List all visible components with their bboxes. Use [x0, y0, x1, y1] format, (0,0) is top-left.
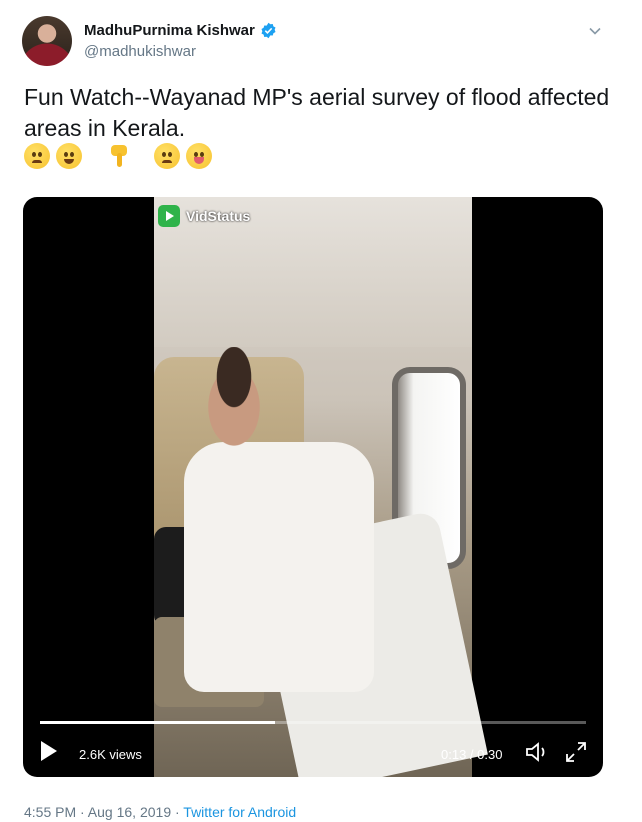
fullscreen-icon[interactable] [565, 741, 587, 763]
tweet-metadata: 4:55 PM · Aug 16, 2019 · Twitter for And… [24, 804, 296, 820]
video-watermark: VidStatus [158, 205, 250, 227]
tweet-text: Fun Watch--Wayanad MP's aerial survey of… [24, 84, 610, 141]
verified-badge-icon [261, 22, 276, 39]
video-player[interactable]: VidStatus 2.6K views 0:13 / 0:30 [23, 197, 603, 777]
video-view-count: 2.6K views [79, 747, 142, 762]
video-progress-fill [40, 721, 275, 724]
author-handle[interactable]: @madhukishwar [84, 43, 196, 60]
avatar[interactable] [22, 16, 72, 66]
video-scene-person-body [184, 442, 374, 692]
tweet-timestamp[interactable]: 4:55 PM · Aug 16, 2019 · [24, 804, 183, 820]
vidstatus-logo-icon [158, 205, 180, 227]
tweet-source-link[interactable]: Twitter for Android [183, 804, 296, 820]
video-scene-person-head [194, 347, 274, 447]
author-display-name[interactable]: MadhuPurnima Kishwar [84, 22, 255, 39]
face-with-tongue-emoji-icon [186, 143, 212, 169]
worried-face-emoji-icon [154, 143, 180, 169]
play-icon[interactable] [41, 741, 57, 761]
video-frame [154, 197, 488, 777]
worried-face-emoji-icon [24, 143, 50, 169]
video-progress-bar[interactable] [40, 721, 586, 724]
tweet-card: MadhuPurnima Kishwar @madhukishwar Fun W… [0, 0, 642, 822]
volume-icon[interactable] [525, 741, 551, 763]
pointing-down-hand-emoji-icon [111, 145, 127, 167]
emoji-row [24, 142, 218, 170]
video-time: 0:13 / 0:30 [441, 747, 503, 762]
chevron-down-icon[interactable] [588, 24, 602, 38]
grinning-face-emoji-icon [56, 143, 82, 169]
watermark-text: VidStatus [186, 208, 251, 224]
